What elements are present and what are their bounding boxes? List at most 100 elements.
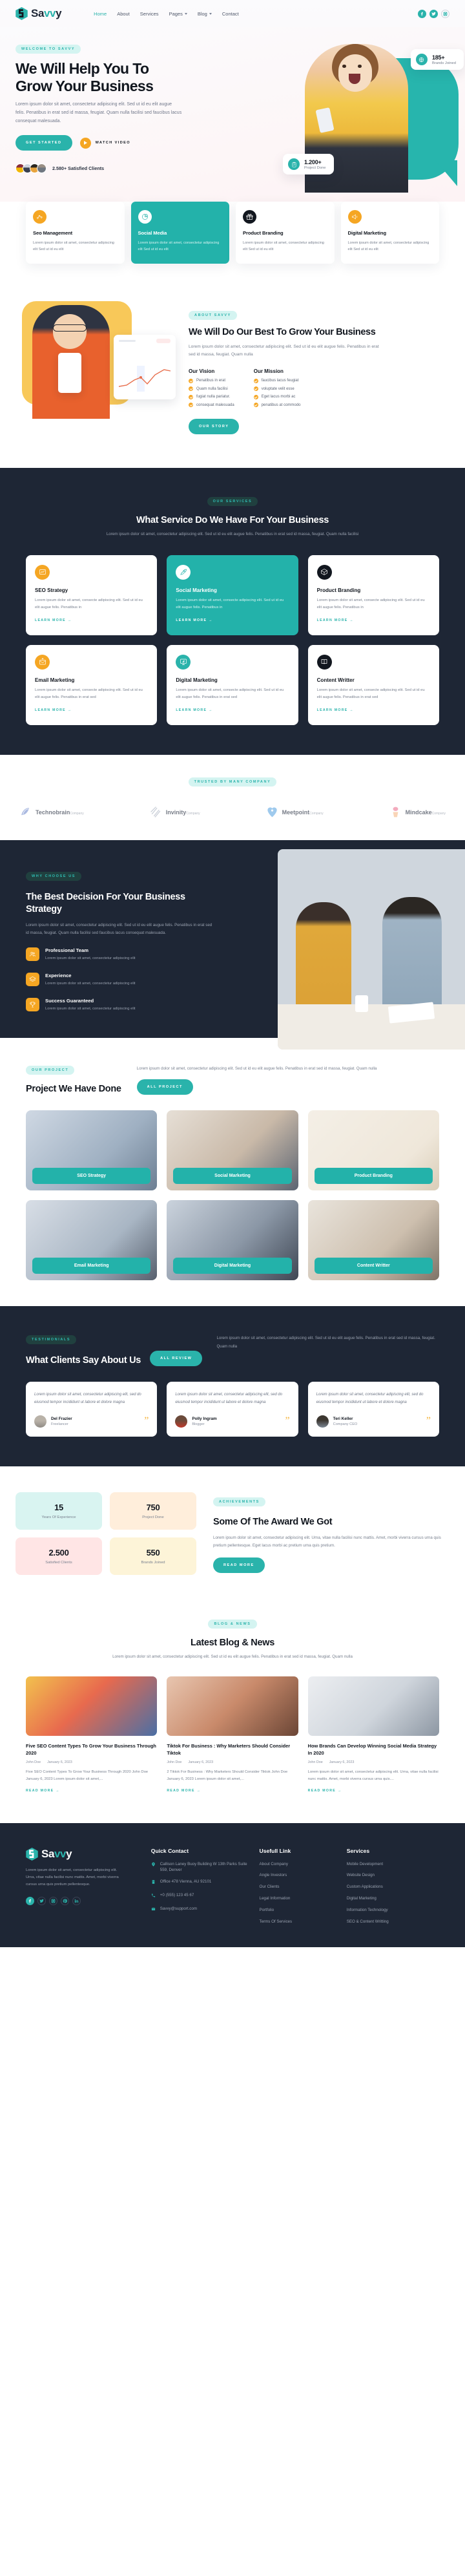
award-badge: ACHIEVEMENTS bbox=[213, 1497, 265, 1506]
twitter-icon[interactable] bbox=[37, 1896, 46, 1905]
list-item[interactable]: Portfolio bbox=[260, 1907, 335, 1914]
testimonial-role: Company CEO bbox=[333, 1422, 358, 1426]
mini-service-card[interactable]: Product Branding Lorem ipsum dolor sit a… bbox=[236, 202, 335, 264]
list-item[interactable]: Angle Investors bbox=[260, 1872, 335, 1879]
mini-services-grid: Seo Management Lorem ipsum dolor sit ame… bbox=[26, 202, 439, 264]
mini-service-card[interactable]: Digital Marketing Lorem ipsum dolor sit … bbox=[340, 202, 439, 264]
nav-item-contact[interactable]: Contact bbox=[222, 11, 239, 17]
testimonial-name: Polly Ingram bbox=[192, 1416, 217, 1421]
projects-label: Project Done bbox=[304, 165, 326, 170]
learn-more-link[interactable]: LEARN MORE → bbox=[317, 708, 354, 712]
learn-more-link[interactable]: LEARN MORE → bbox=[176, 708, 212, 712]
pinterest-icon[interactable] bbox=[61, 1896, 69, 1905]
list-item[interactable]: Digital Marketing bbox=[347, 1895, 439, 1902]
read-more-button[interactable]: READ MORE bbox=[213, 1557, 265, 1573]
our-story-button[interactable]: OUR STORY bbox=[189, 418, 240, 434]
mini-service-card[interactable]: Social Media Lorem ipsum dolor sit amet,… bbox=[130, 202, 229, 264]
brand-name: Technobrain bbox=[36, 809, 70, 816]
nav-item-pages[interactable]: Pages bbox=[169, 11, 187, 17]
all-project-button[interactable]: ALL PROJECT bbox=[136, 1079, 193, 1095]
facebook-icon[interactable] bbox=[26, 1896, 34, 1905]
project-card[interactable]: SEO Strategy bbox=[26, 1110, 158, 1191]
blog-card[interactable]: Five SEO Content Types To Grow Your Busi… bbox=[26, 1676, 158, 1795]
project-card[interactable]: Digital Marketing bbox=[167, 1200, 298, 1281]
linkedin-icon[interactable] bbox=[72, 1896, 81, 1905]
project-card[interactable]: Content Writter bbox=[307, 1200, 439, 1281]
list-item[interactable]: Our Clients bbox=[260, 1884, 335, 1890]
read-more-link[interactable]: READ MORE → bbox=[167, 1789, 201, 1793]
projects-badge: OUR PROJECT bbox=[26, 1066, 75, 1075]
learn-more-link[interactable]: LEARN MORE → bbox=[35, 708, 72, 712]
service-card[interactable]: Content Writter Lorem ipsum dolor sit am… bbox=[307, 644, 439, 725]
service-card[interactable]: SEO Strategy Lorem ipsum dolor sit amet,… bbox=[26, 554, 158, 635]
learn-more-link[interactable]: LEARN MORE → bbox=[176, 618, 212, 622]
about-illustration bbox=[16, 297, 177, 427]
project-card[interactable]: Social Marketing bbox=[167, 1110, 298, 1191]
mini-service-text: Lorem ipsum dolor sit amet, consectetur … bbox=[347, 241, 429, 252]
vision-mission-group: Our Vision Penatibus in erat Quam nulla … bbox=[189, 368, 450, 411]
read-more-link[interactable]: READ MORE → bbox=[308, 1789, 342, 1793]
learn-more-link[interactable]: LEARN MORE → bbox=[317, 618, 354, 622]
blog-author: John Doe bbox=[26, 1760, 41, 1765]
twitter-icon[interactable] bbox=[429, 9, 438, 18]
blog-date: January 6, 2023 bbox=[329, 1760, 355, 1765]
nav-item-about[interactable]: About bbox=[117, 11, 130, 17]
blog-date: January 6, 2023 bbox=[188, 1760, 214, 1765]
testimonial-card: Lorem ipsum dolor sit amet, consectetur … bbox=[167, 1382, 298, 1437]
list-item[interactable]: Custom Applications bbox=[347, 1884, 439, 1890]
service-card[interactable]: Digital Marketing Lorem ipsum dolor sit … bbox=[167, 644, 298, 725]
footer-logo-group[interactable]: Savvy bbox=[26, 1847, 140, 1861]
testimonial-card: Lorem ipsum dolor sit amet, consectetur … bbox=[307, 1382, 439, 1437]
list-item[interactable]: Terms Of Services bbox=[260, 1919, 335, 1925]
blog-title: Latest Blog & News bbox=[191, 1637, 274, 1648]
instagram-icon[interactable] bbox=[441, 9, 450, 18]
project-card[interactable]: Product Branding bbox=[307, 1110, 439, 1191]
service-card[interactable]: Social Marketing Lorem ipsum dolor sit a… bbox=[167, 554, 298, 635]
project-card[interactable]: Email Marketing bbox=[26, 1200, 158, 1281]
mini-service-card[interactable]: Seo Management Lorem ipsum dolor sit ame… bbox=[26, 202, 125, 264]
get-started-button[interactable]: GET STARTED bbox=[16, 135, 72, 151]
service-title: Product Branding bbox=[316, 587, 361, 593]
facebook-icon[interactable] bbox=[418, 9, 426, 18]
blog-post-title: Tiktok For Business : Why Marketers Shou… bbox=[167, 1742, 291, 1757]
list-item[interactable]: Information Technology bbox=[347, 1907, 439, 1914]
read-more-link[interactable]: READ MORE → bbox=[26, 1789, 60, 1793]
pie-chart-icon bbox=[138, 210, 152, 224]
list-item[interactable]: SEO & Content Writting bbox=[347, 1919, 439, 1925]
all-review-button[interactable]: ALL REVIEW bbox=[150, 1351, 203, 1367]
service-text: Lorem ipsum dolor sit amet, consecte adi… bbox=[316, 688, 425, 699]
list-item: Eget lacus morbi ac bbox=[253, 394, 301, 399]
service-card[interactable]: Product Branding Lorem ipsum dolor sit a… bbox=[307, 554, 439, 635]
list-item[interactable]: Mobile Development bbox=[347, 1861, 439, 1868]
brand-logo-technobrain: TechnobrainCompany bbox=[19, 806, 84, 818]
list-item: Callison Laney Buoy Building W 13th Park… bbox=[151, 1861, 248, 1874]
hero-title: We Will Help You To Grow Your Business bbox=[16, 60, 154, 95]
list-item[interactable]: About Company bbox=[260, 1861, 335, 1868]
avatar bbox=[175, 1415, 188, 1428]
blog-header: BLOG & NEWS Latest Blog & News Lorem ips… bbox=[26, 1616, 439, 1661]
watch-video-button[interactable]: WATCH VIDEO bbox=[79, 137, 130, 149]
site-header: Savvy Home About Services Pages Blog Con… bbox=[0, 0, 465, 27]
list-item: +0 (555) 123 45 67 bbox=[151, 1892, 248, 1901]
nav-item-home[interactable]: Home bbox=[94, 11, 107, 17]
counter-box: 550 Brands Joined bbox=[110, 1537, 196, 1575]
brand-logo-group[interactable]: Savvy bbox=[16, 7, 62, 20]
service-card[interactable]: Email Marketing Lorem ipsum dolor sit am… bbox=[26, 644, 158, 725]
why-paragraph: Lorem ipsum dolor sit amet, consectetur … bbox=[26, 922, 212, 935]
learn-more-link[interactable]: LEARN MORE → bbox=[35, 618, 72, 622]
blog-card[interactable]: How Brands Can Develop Winning Social Me… bbox=[307, 1676, 439, 1795]
instagram-icon[interactable] bbox=[49, 1896, 57, 1905]
list-item: faucibus lacus feugiat bbox=[253, 378, 301, 383]
list-item[interactable]: Website Design bbox=[347, 1872, 439, 1879]
nav-item-blog[interactable]: Blog bbox=[198, 11, 212, 17]
services-header: OUR SERVICES What Service Do We Have For… bbox=[26, 494, 439, 538]
hero-badge: WELCOME TO SAVVY bbox=[16, 45, 81, 54]
play-icon bbox=[79, 137, 91, 149]
projects-grid: SEO Strategy Social Marketing Product Br… bbox=[26, 1110, 439, 1281]
nav-item-services[interactable]: Services bbox=[140, 11, 159, 17]
users-icon bbox=[26, 947, 39, 961]
blog-card[interactable]: Tiktok For Business : Why Marketers Shou… bbox=[167, 1676, 298, 1795]
testimonials-grid: Lorem ipsum dolor sit amet, consectetur … bbox=[26, 1382, 439, 1437]
list-item[interactable]: Legal Information bbox=[260, 1895, 335, 1902]
counter-number: 550 bbox=[146, 1547, 160, 1557]
